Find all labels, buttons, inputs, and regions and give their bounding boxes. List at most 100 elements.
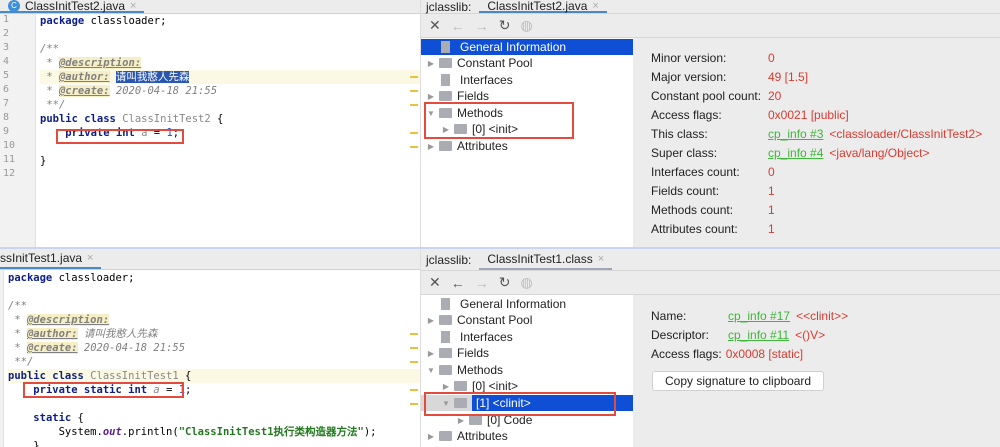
tree-node[interactable]: Interfaces xyxy=(421,329,633,345)
refresh-icon[interactable]: ↻ xyxy=(499,274,511,291)
tab-classinittest2-java[interactable]: C ClassInitTest2.java × xyxy=(0,0,144,13)
detail-label: Access flags: xyxy=(651,347,722,361)
copy-signature-button[interactable]: Copy signature to clipboard xyxy=(652,371,824,391)
error-stripe-mark[interactable] xyxy=(410,347,418,349)
tree-node[interactable]: ▼Methods xyxy=(421,362,633,378)
cp-info-link[interactable]: cp_info #11 xyxy=(728,328,789,342)
code-token: ); xyxy=(364,426,377,438)
collapse-arrow-icon[interactable]: ▼ xyxy=(426,366,436,375)
expand-arrow-icon[interactable]: ▶ xyxy=(456,416,466,425)
error-stripe-mark[interactable] xyxy=(410,333,418,335)
detail-row: Fields count:1 xyxy=(651,184,775,198)
error-stripe-mark[interactable] xyxy=(410,104,418,106)
highlight-box xyxy=(424,392,616,416)
forward-arrow-icon[interactable]: → xyxy=(475,18,489,34)
detail-row: Minor version:0 xyxy=(651,51,775,65)
tree-node[interactable]: ▶ Attributes xyxy=(421,138,633,154)
expand-arrow-icon[interactable]: ▶ xyxy=(426,349,436,358)
close-tab-icon[interactable]: × xyxy=(130,0,136,12)
code-token xyxy=(110,71,116,83)
code-token: } xyxy=(8,440,40,447)
code-token: out xyxy=(103,426,122,438)
tree-node-label: Attributes xyxy=(457,139,508,153)
expand-arrow-icon[interactable]: ▶ xyxy=(426,142,436,151)
code-token: @author: xyxy=(27,328,78,340)
back-arrow-icon[interactable]: ← xyxy=(451,275,465,291)
tree-node[interactable]: ▶ Attributes xyxy=(421,428,633,444)
cp-info-link[interactable]: cp_info #4 xyxy=(768,146,823,160)
globe-icon[interactable]: ◍ xyxy=(520,274,532,291)
tree-node[interactable]: ▶Constant Pool xyxy=(421,55,633,71)
detail-row: Methods count:1 xyxy=(651,203,775,217)
expand-arrow-icon[interactable]: ▶ xyxy=(426,316,436,325)
code-token: classloader; xyxy=(52,272,134,284)
forward-arrow-icon[interactable]: → xyxy=(475,275,489,291)
cp-info-link[interactable]: cp_info #17 xyxy=(728,309,790,323)
tab-classinittest1-class[interactable]: ClassInitTest1.class× xyxy=(479,249,612,270)
error-stripe-mark[interactable] xyxy=(410,403,418,405)
detail-value: 1 xyxy=(768,222,775,236)
error-stripe-mark[interactable] xyxy=(410,132,418,134)
folder-icon xyxy=(439,58,452,68)
code-token xyxy=(8,412,33,424)
close-tab-icon[interactable]: × xyxy=(592,0,598,12)
code-line: public class ClassInitTest1 { xyxy=(8,369,420,383)
line-number: 3 xyxy=(3,42,9,53)
code-line: **/ xyxy=(40,98,420,112)
tab-classinittest1-java[interactable]: ssInitTest1.java × xyxy=(0,249,101,269)
code-line xyxy=(8,397,420,411)
back-arrow-icon[interactable]: ← xyxy=(451,18,465,34)
expand-arrow-icon[interactable]: ▶ xyxy=(426,432,436,441)
error-stripe-mark[interactable] xyxy=(410,389,418,391)
code-token: * xyxy=(40,71,59,83)
detail-value: 0 xyxy=(768,165,775,179)
code-token: @description: xyxy=(59,57,141,69)
detail-value: 49 [1.5] xyxy=(768,70,808,84)
close-tab-icon[interactable]: × xyxy=(87,252,93,264)
java-class-icon: C xyxy=(8,0,20,12)
tree-node[interactable]: General Information xyxy=(421,39,633,55)
folder-icon xyxy=(439,348,452,358)
error-stripe-mark[interactable] xyxy=(410,90,418,92)
code-token: 请叫我憨人先森 xyxy=(78,328,158,340)
refresh-icon[interactable]: ↻ xyxy=(499,17,511,34)
close-icon[interactable]: ✕ xyxy=(429,17,441,34)
code-token: * xyxy=(8,342,27,354)
code-token: * xyxy=(40,85,59,97)
detail-row: This class:cp_info #3<classloader/ClassI… xyxy=(651,127,982,141)
error-stripe-mark[interactable] xyxy=(410,361,418,363)
tab-classinittest2-java[interactable]: ClassInitTest2.java× xyxy=(479,0,606,13)
details-panel: Minor version:0Major version:49 [1.5]Con… xyxy=(633,38,1000,247)
error-stripe-mark[interactable] xyxy=(410,76,418,78)
detail-value: 0x0008 [static] xyxy=(726,347,803,361)
close-icon[interactable]: ✕ xyxy=(429,274,441,291)
code-token: /** xyxy=(40,43,59,55)
code-token: package xyxy=(8,272,52,284)
detail-row: Name:cp_info #17<<clinit>> xyxy=(651,309,848,323)
code-line xyxy=(40,28,420,42)
tree-node[interactable]: General Information xyxy=(421,296,633,312)
detail-value: 0 xyxy=(768,51,775,65)
jclasslib-prefix: jclasslib: xyxy=(421,253,479,267)
tree-node-label: Attributes xyxy=(457,429,508,443)
close-tab-icon[interactable]: × xyxy=(598,253,604,265)
code-line: package classloader; xyxy=(40,14,420,28)
globe-icon[interactable]: ◍ xyxy=(520,17,532,34)
line-number: 5 xyxy=(3,70,9,81)
tree-node[interactable]: ▶Fields xyxy=(421,345,633,361)
expand-arrow-icon[interactable]: ▶ xyxy=(426,92,436,101)
jclasslib-toolbar: ✕ ← → ↻ ◍ xyxy=(421,14,1000,38)
code-line: **/ xyxy=(8,355,420,369)
folder-icon xyxy=(454,381,467,391)
code-token: 2020-04-18 21:55 xyxy=(78,342,185,354)
code-token: ClassInitTest2 xyxy=(122,113,211,125)
cp-info-link[interactable]: cp_info #3 xyxy=(768,127,823,141)
expand-arrow-icon[interactable]: ▶ xyxy=(441,382,451,391)
expand-arrow-icon[interactable]: ▶ xyxy=(426,59,436,68)
tree-node[interactable]: ▶Constant Pool xyxy=(421,312,633,328)
error-stripe-mark[interactable] xyxy=(410,146,418,148)
code-token: * xyxy=(40,57,59,69)
detail-value: <classloader/ClassInitTest2> xyxy=(829,127,982,141)
code-editor[interactable]: package classloader;/** * @description: … xyxy=(0,270,420,447)
tree-node[interactable]: Interfaces xyxy=(421,72,633,88)
